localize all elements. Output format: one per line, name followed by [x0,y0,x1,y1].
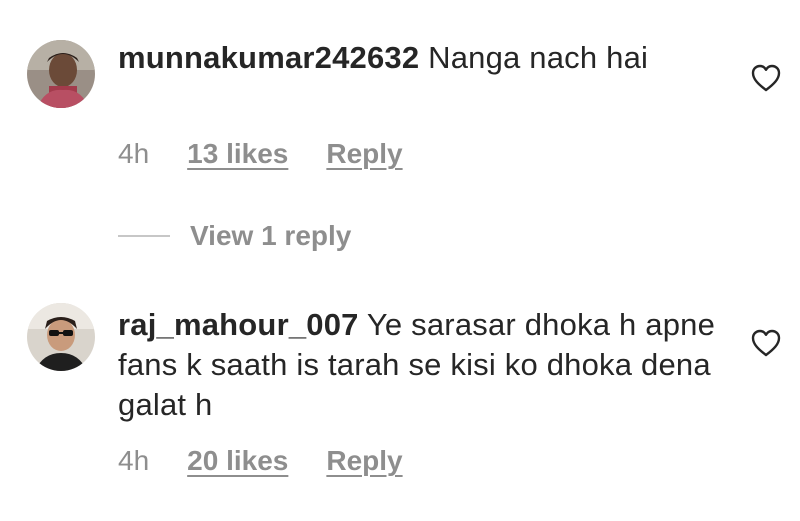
reply-button[interactable]: Reply [326,138,402,170]
avatar[interactable] [27,303,95,371]
view-replies-button[interactable]: View 1 reply [118,216,351,256]
comment-text: raj_mahour_007 Ye sarasar dhoka h apne f… [118,305,718,425]
comment-likes-link[interactable]: 20 likes [187,445,288,477]
comment-username[interactable]: raj_mahour_007 [118,307,359,342]
heart-outline-icon[interactable] [750,63,782,93]
comment-username[interactable]: munnakumar242632 [118,40,419,75]
comment-timestamp: 4h [118,445,150,476]
comment-text: munnakumar242632 Nanga nach hai [118,38,718,78]
reply-button[interactable]: Reply [326,445,402,477]
avatar[interactable] [27,40,95,108]
comment-timestamp: 4h [118,138,150,169]
comment-message: Nanga nach hai [428,40,649,75]
comment-meta: 4h 20 likes Reply [118,445,403,477]
view-replies-divider [118,235,170,237]
heart-outline-icon[interactable] [750,328,782,358]
view-replies-label: View 1 reply [190,220,352,251]
comment-meta: 4h 13 likes Reply [118,138,403,170]
comment-likes-link[interactable]: 13 likes [187,138,288,170]
